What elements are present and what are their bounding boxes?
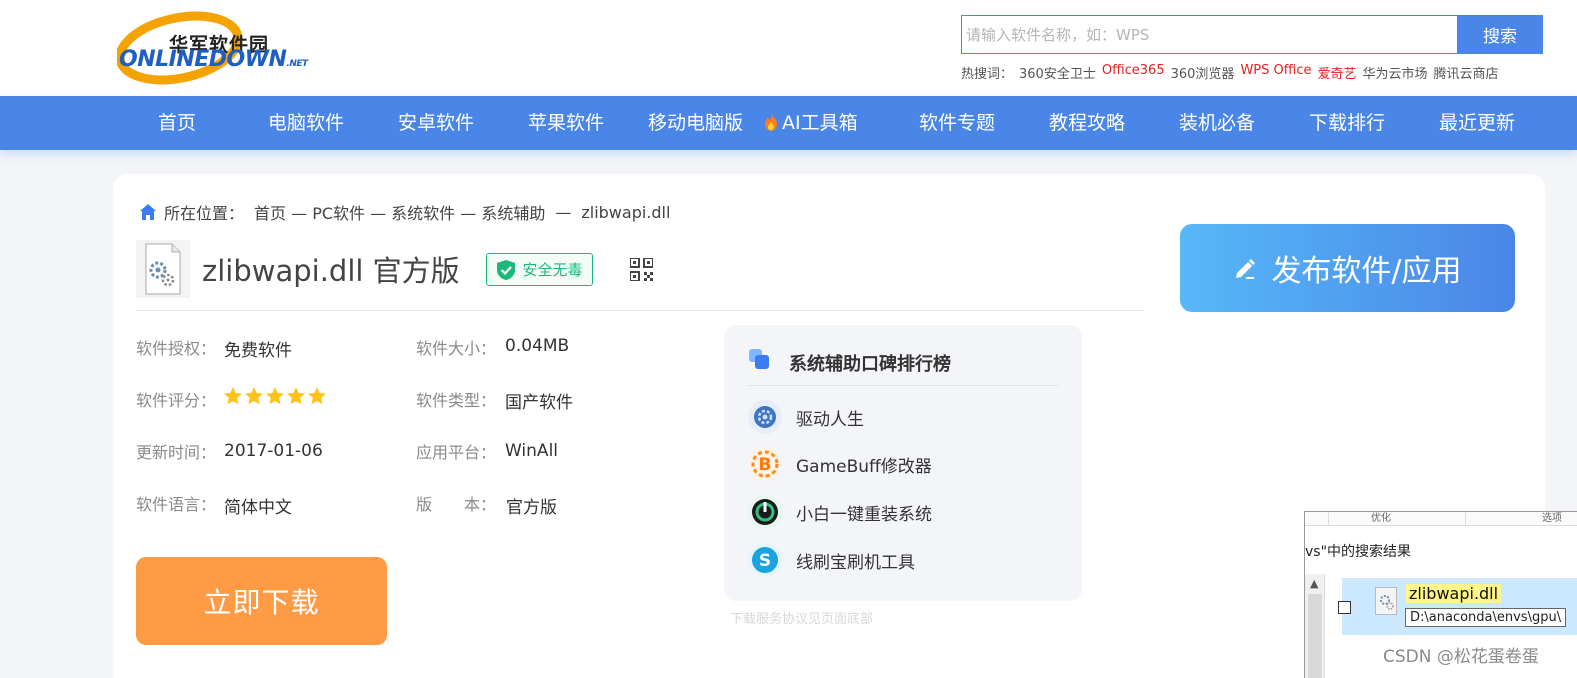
breadcrumb-current: zlibwapi.dll xyxy=(581,202,671,222)
rating-stars xyxy=(223,386,327,406)
scroll-thumb[interactable] xyxy=(1308,594,1322,678)
ranking-item-label: GameBuff修改器 xyxy=(796,456,932,477)
pencil-icon xyxy=(1236,259,1256,279)
dll-file-icon xyxy=(1375,587,1397,615)
explorer-file-path-tooltip: D:\anaconda\envs\gpu\ xyxy=(1405,608,1567,627)
hot-term[interactable]: 爱奇艺 xyxy=(1317,63,1356,82)
hot-term[interactable]: WPS Office xyxy=(1240,63,1311,82)
ranking-divider xyxy=(748,385,1058,386)
download-button[interactable]: 立即下载 xyxy=(136,557,387,645)
explorer-scrollbar[interactable]: ▲ xyxy=(1305,574,1325,678)
language-label: 软件语言： xyxy=(136,495,217,514)
version-label: 版 本： xyxy=(416,495,497,514)
xianshuabao-app-icon: S xyxy=(748,543,782,577)
fire-icon xyxy=(765,113,777,131)
platform-label: 应用平台： xyxy=(416,443,497,462)
safe-badge: 安全无毒 xyxy=(486,253,593,286)
search-bar: 搜索 xyxy=(961,15,1543,54)
nav-item-recent[interactable]: 最近更新 xyxy=(1439,96,1515,150)
dll-file-icon xyxy=(136,240,190,298)
publish-label: 发布软件/应用 xyxy=(1271,254,1462,289)
software-title-row: zlibwapi.dll 官方版 安全无毒 xyxy=(136,240,653,298)
site-logo[interactable]: 华军软件园 ONLINEDOWN.NET xyxy=(117,10,308,90)
nav-item-android[interactable]: 安卓软件 xyxy=(398,96,474,150)
rating-label: 软件评分： xyxy=(136,391,217,410)
shield-check-icon xyxy=(497,259,516,280)
nav-item-topics[interactable]: 软件专题 xyxy=(919,96,995,150)
publish-software-button[interactable]: 发布软件/应用 xyxy=(1180,224,1515,312)
main-nav: 首页 电脑软件 安卓软件 苹果软件 移动电脑版 AI工具箱 软件专题 教程攻略 … xyxy=(0,96,1577,150)
breadcrumb-path[interactable]: 首页 — PC软件 — 系统软件 — 系统辅助 xyxy=(254,200,545,224)
explorer-file-name[interactable]: zlibwapi.dll xyxy=(1406,584,1502,603)
title-divider xyxy=(136,310,1144,311)
nav-item-rankings[interactable]: 下载排行 xyxy=(1309,96,1385,150)
explorer-column-b[interactable]: 选项 xyxy=(1542,512,1562,524)
size-value: 0.04MB xyxy=(505,336,570,356)
explorer-search-results-title: vs"中的搜索结果 xyxy=(1305,544,1412,560)
nav-item-essentials[interactable]: 装机必备 xyxy=(1179,96,1255,150)
csdn-watermark: CSDN @松花蛋卷蛋 xyxy=(1383,647,1539,667)
breadcrumb-label: 所在位置： xyxy=(164,204,245,223)
driver-app-icon xyxy=(748,400,782,434)
software-title: zlibwapi.dll 官方版 xyxy=(202,254,460,288)
platform-value: WinAll xyxy=(505,441,559,461)
search-input[interactable] xyxy=(962,16,1458,53)
hot-search-label: 热搜词： xyxy=(961,67,1014,82)
update-label: 更新时间： xyxy=(136,443,217,462)
logo-english-text: ONLINEDOWN.NET xyxy=(119,47,308,72)
hot-term[interactable]: 360安全卫士 xyxy=(1019,63,1096,82)
hot-search-terms: 热搜词： 360安全卫士 Office365 360浏览器 WPS Office… xyxy=(961,63,1499,82)
star-icon xyxy=(266,387,284,405)
nav-item-ai-tools[interactable]: AI工具箱 xyxy=(764,96,858,150)
update-value: 2017-01-06 xyxy=(224,441,323,461)
license-value: 免费软件 xyxy=(224,341,292,361)
hot-term[interactable]: 华为云市场 xyxy=(1362,63,1427,82)
download-agreement-note[interactable]: 下载服务协议见页面底部 xyxy=(730,608,873,627)
ranking-item-label: 线刷宝刷机工具 xyxy=(796,552,915,573)
ranking-icon xyxy=(749,349,769,369)
xiaobai-app-icon xyxy=(748,495,782,529)
ranking-item[interactable]: B GameBuff修改器 xyxy=(747,444,932,484)
explorer-column-a[interactable]: 优化 xyxy=(1371,512,1391,524)
ranking-title: 系统辅助口碑排行榜 xyxy=(789,354,951,375)
type-value: 国产软件 xyxy=(505,393,573,413)
nav-item-pc[interactable]: 电脑软件 xyxy=(268,96,344,150)
safe-badge-label: 安全无毒 xyxy=(522,261,583,279)
hot-term[interactable]: 360浏览器 xyxy=(1171,63,1235,82)
explorer-row-checkbox[interactable] xyxy=(1338,601,1351,614)
star-icon xyxy=(308,387,326,405)
size-label: 软件大小： xyxy=(416,339,497,358)
qr-code-icon[interactable] xyxy=(630,258,653,281)
ranking-item-label: 小白一键重装系统 xyxy=(796,504,932,525)
star-icon xyxy=(287,387,305,405)
ranking-item[interactable]: S 线刷宝刷机工具 xyxy=(747,540,915,580)
language-value: 简体中文 xyxy=(224,498,292,518)
site-header: 华军软件园 ONLINEDOWN.NET 搜索 热搜词： 360安全卫士 Off… xyxy=(0,0,1577,96)
gamebuff-app-icon: B xyxy=(748,447,782,481)
home-icon xyxy=(140,204,156,220)
search-button[interactable]: 搜索 xyxy=(1457,15,1543,54)
svg-text:S: S xyxy=(759,551,771,571)
nav-item-apple[interactable]: 苹果软件 xyxy=(528,96,604,150)
svg-text:B: B xyxy=(759,455,772,475)
nav-item-mobile-pc[interactable]: 移动电脑版 xyxy=(648,96,743,150)
type-label: 软件类型： xyxy=(416,391,497,410)
ranking-panel: 系统辅助口碑排行榜 驱动人生 B GameBuff修改器 小白一键重装系统 S … xyxy=(724,325,1082,601)
license-label: 软件授权： xyxy=(136,339,217,358)
scroll-up-icon[interactable]: ▲ xyxy=(1310,577,1318,590)
version-value: 官方版 xyxy=(506,498,557,518)
breadcrumb: 所在位置： 首页 — PC软件 — 系统软件 — 系统辅助 — zlibwapi… xyxy=(138,200,670,224)
ranking-item[interactable]: 小白一键重装系统 xyxy=(747,492,932,532)
hot-term[interactable]: 腾讯云商店 xyxy=(1434,63,1499,82)
explorer-column-headers: 优化 选项 xyxy=(1305,512,1577,526)
ranking-item-label: 驱动人生 xyxy=(796,409,864,430)
breadcrumb-separator: — xyxy=(555,202,572,222)
star-icon xyxy=(245,387,263,405)
ranking-item[interactable]: 驱动人生 xyxy=(747,397,864,437)
nav-item-tutorials[interactable]: 教程攻略 xyxy=(1049,96,1125,150)
hot-term[interactable]: Office365 xyxy=(1102,63,1165,82)
nav-item-home[interactable]: 首页 xyxy=(158,96,196,150)
star-icon xyxy=(224,387,242,405)
